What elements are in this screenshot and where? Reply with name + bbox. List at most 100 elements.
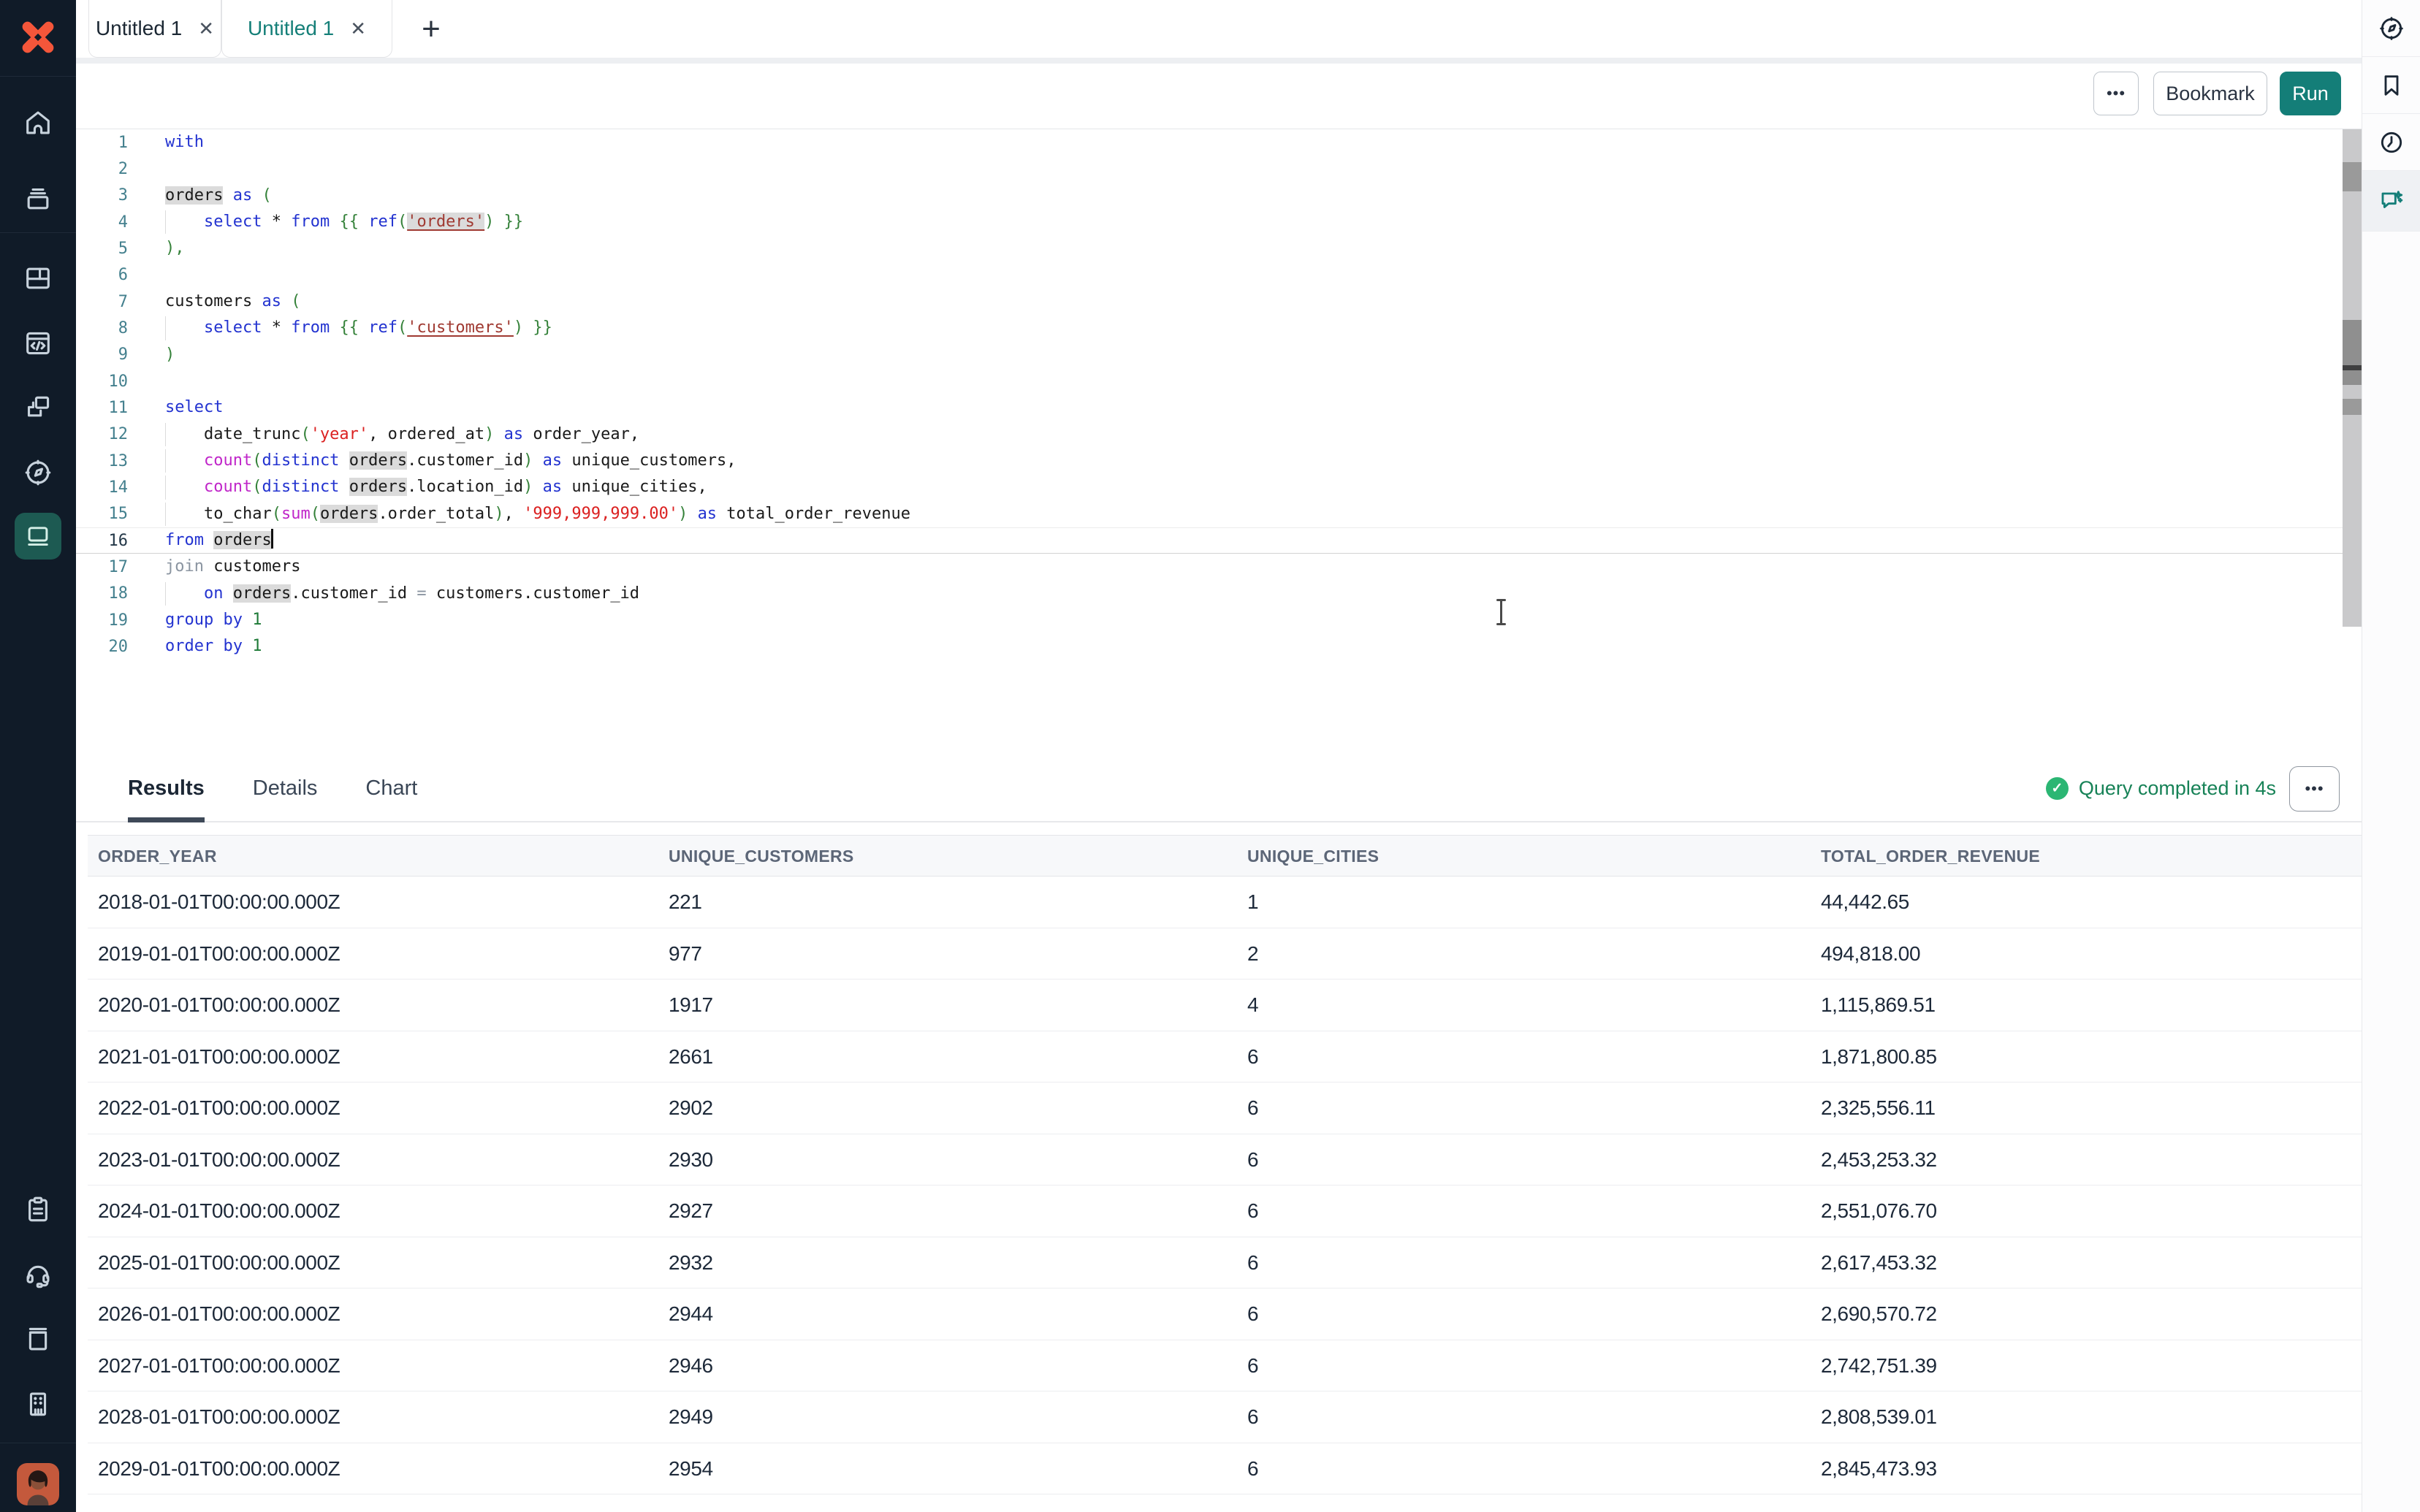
line-number: 12 bbox=[76, 425, 128, 443]
table-cell: 2932 bbox=[669, 1237, 713, 1289]
code-content: on orders.customer_id = customers.custom… bbox=[165, 581, 639, 607]
sidebar-item-templates-windows-icon[interactable] bbox=[22, 390, 54, 422]
hex-logo-icon[interactable] bbox=[17, 16, 59, 58]
code-line-18[interactable]: 18 on orders.customer_id = customers.cus… bbox=[76, 581, 2362, 607]
code-line-1[interactable]: 1with bbox=[76, 129, 2362, 156]
rail-item-compass-icon[interactable] bbox=[2362, 0, 2420, 57]
code-content: select * from {{ ref('orders') }} bbox=[165, 209, 523, 235]
user-avatar[interactable] bbox=[17, 1463, 59, 1505]
table-cell: 2023-01-01T00:00:00.000Z bbox=[98, 1134, 340, 1186]
results-tab-details[interactable]: Details bbox=[253, 756, 318, 821]
table-cell: 2,845,473.93 bbox=[1821, 1443, 1937, 1495]
code-line-2[interactable]: 2 bbox=[76, 156, 2362, 182]
table-row[interactable]: 2021-01-01T00:00:00.000Z266161,871,800.8… bbox=[88, 1031, 2362, 1083]
table-row[interactable]: 2020-01-01T00:00:00.000Z191741,115,869.5… bbox=[88, 980, 2362, 1031]
code-line-3[interactable]: 3orders as ( bbox=[76, 183, 2362, 209]
tab-label: Untitled 1 bbox=[96, 17, 182, 40]
tabbar-strip bbox=[76, 58, 2362, 64]
sidebar-item-support-headset-icon[interactable] bbox=[22, 1259, 54, 1291]
tab-label: Untitled 1 bbox=[248, 17, 334, 40]
more-options-button[interactable]: ••• bbox=[2093, 72, 2139, 115]
code-content: customers as ( bbox=[165, 289, 300, 315]
table-row[interactable]: 2023-01-01T00:00:00.000Z293062,453,253.3… bbox=[88, 1134, 2362, 1186]
line-number: 17 bbox=[76, 558, 128, 576]
table-cell: 2018-01-01T00:00:00.000Z bbox=[98, 877, 340, 928]
text-cursor-pointer bbox=[1500, 600, 1502, 624]
code-line-8[interactable]: 8 select * from {{ ref('customers') }} bbox=[76, 315, 2362, 341]
column-header-unique_cities[interactable]: UNIQUE_CITIES bbox=[1247, 836, 1379, 877]
table-cell: 2,551,076.70 bbox=[1821, 1185, 1937, 1237]
column-header-order_year[interactable]: ORDER_YEAR bbox=[98, 836, 217, 877]
line-number: 11 bbox=[76, 399, 128, 417]
rail-item-bookmark-icon[interactable] bbox=[2362, 57, 2420, 114]
code-content: group by 1 bbox=[165, 607, 262, 633]
code-content: count(distinct orders.customer_id) as un… bbox=[165, 448, 737, 474]
code-line-13[interactable]: 13 count(distinct orders.customer_id) as… bbox=[76, 448, 2362, 474]
code-line-7[interactable]: 7customers as ( bbox=[76, 289, 2362, 315]
code-line-17[interactable]: 17join customers bbox=[76, 554, 2362, 580]
bookmark-button[interactable]: Bookmark bbox=[2153, 72, 2267, 115]
query-status-area: ✓ Query completed in 4s ••• bbox=[2046, 756, 2340, 821]
code-line-14[interactable]: 14 count(distinct orders.location_id) as… bbox=[76, 474, 2362, 500]
sidebar-item-notebook-active[interactable] bbox=[15, 513, 61, 560]
table-cell: 2902 bbox=[669, 1083, 713, 1134]
sidebar-item-code-window-icon[interactable] bbox=[22, 327, 54, 359]
close-icon[interactable]: ✕ bbox=[198, 18, 214, 40]
code-line-16[interactable]: 16from orders bbox=[76, 527, 2362, 554]
sidebar-item-home-icon[interactable] bbox=[22, 107, 54, 139]
close-icon[interactable]: ✕ bbox=[350, 18, 366, 40]
column-header-total_order_revenue[interactable]: TOTAL_ORDER_REVENUE bbox=[1821, 836, 2040, 877]
code-line-11[interactable]: 11select bbox=[76, 394, 2362, 421]
code-line-9[interactable]: 9) bbox=[76, 342, 2362, 368]
tab-bar: Untitled 1 ✕ Untitled 1 ✕ + bbox=[76, 0, 2362, 58]
tab-untitled-1-secondary[interactable]: Untitled 1 ✕ bbox=[221, 0, 392, 58]
code-line-6[interactable]: 6 bbox=[76, 262, 2362, 289]
table-cell: 2024-01-01T00:00:00.000Z bbox=[98, 1185, 340, 1237]
sidebar-item-apps-grid-icon[interactable] bbox=[22, 262, 54, 294]
line-number: 5 bbox=[76, 240, 128, 258]
code-line-15[interactable]: 15 to_char(sum(orders.order_total), '999… bbox=[76, 501, 2362, 527]
table-cell: 2930 bbox=[669, 1134, 713, 1186]
code-line-12[interactable]: 12 date_trunc('year', ordered_at) as ord… bbox=[76, 421, 2362, 448]
table-cell: 2026-01-01T00:00:00.000Z bbox=[98, 1288, 340, 1340]
column-header-unique_customers[interactable]: UNIQUE_CUSTOMERS bbox=[669, 836, 854, 877]
sidebar-item-docs-book-icon[interactable] bbox=[22, 1323, 54, 1355]
line-number: 15 bbox=[76, 505, 128, 523]
sql-editor[interactable]: 1with23orders as (4 select * from {{ ref… bbox=[76, 129, 2362, 756]
table-row[interactable]: 2030-01-01T00:00:00.000Z287961,841,049.3… bbox=[88, 1494, 2362, 1512]
table-row[interactable]: 2019-01-01T00:00:00.000Z9772494,818.00 bbox=[88, 928, 2362, 980]
table-row[interactable]: 2024-01-01T00:00:00.000Z292762,551,076.7… bbox=[88, 1185, 2362, 1237]
table-cell: 2,325,556.11 bbox=[1821, 1083, 1936, 1134]
run-button[interactable]: Run bbox=[2280, 72, 2341, 115]
tab-untitled-1[interactable]: Untitled 1 ✕ bbox=[88, 0, 221, 58]
table-row[interactable]: 2018-01-01T00:00:00.000Z221144,442.65 bbox=[88, 877, 2362, 928]
results-tab-chart[interactable]: Chart bbox=[365, 756, 417, 821]
table-cell: 2,742,751.39 bbox=[1821, 1340, 1937, 1392]
table-cell: 44,442.65 bbox=[1821, 877, 1909, 928]
sidebar-item-clipboard-icon[interactable] bbox=[22, 1194, 54, 1226]
sidebar-item-org-building-icon[interactable] bbox=[22, 1388, 54, 1420]
table-row[interactable]: 2022-01-01T00:00:00.000Z290262,325,556.1… bbox=[88, 1083, 2362, 1134]
code-line-20[interactable]: 20order by 1 bbox=[76, 633, 2362, 660]
new-tab-button[interactable]: + bbox=[411, 9, 452, 50]
sidebar-item-explore-compass-icon[interactable] bbox=[22, 457, 54, 489]
table-row[interactable]: 2029-01-01T00:00:00.000Z295462,845,473.9… bbox=[88, 1443, 2362, 1495]
code-line-19[interactable]: 19group by 1 bbox=[76, 607, 2362, 633]
table-row[interactable]: 2028-01-01T00:00:00.000Z294962,808,539.0… bbox=[88, 1391, 2362, 1443]
table-row[interactable]: 2025-01-01T00:00:00.000Z293262,617,453.3… bbox=[88, 1237, 2362, 1289]
editor-scrollbar[interactable] bbox=[2343, 129, 2362, 627]
code-content: with bbox=[165, 129, 204, 156]
results-more-button[interactable]: ••• bbox=[2289, 766, 2340, 812]
code-line-10[interactable]: 10 bbox=[76, 368, 2362, 394]
rail-item-history-clock-icon[interactable] bbox=[2362, 114, 2420, 171]
results-tab-results[interactable]: Results bbox=[128, 756, 205, 821]
code-line-4[interactable]: 4 select * from {{ ref('orders') }} bbox=[76, 209, 2362, 235]
line-number: 20 bbox=[76, 638, 128, 656]
hex-app-window: Untitled 1 ✕ Untitled 1 ✕ + ••• Bookmark… bbox=[0, 0, 2420, 1512]
sidebar-item-projects-tray-icon[interactable] bbox=[22, 183, 54, 215]
table-row[interactable]: 2027-01-01T00:00:00.000Z294662,742,751.3… bbox=[88, 1340, 2362, 1392]
table-row[interactable]: 2026-01-01T00:00:00.000Z294462,690,570.7… bbox=[88, 1288, 2362, 1340]
rail-item-ai-chat-sparkle-icon[interactable] bbox=[2362, 171, 2420, 232]
code-line-5[interactable]: 5), bbox=[76, 235, 2362, 261]
table-cell: 6 bbox=[1247, 1494, 1258, 1512]
